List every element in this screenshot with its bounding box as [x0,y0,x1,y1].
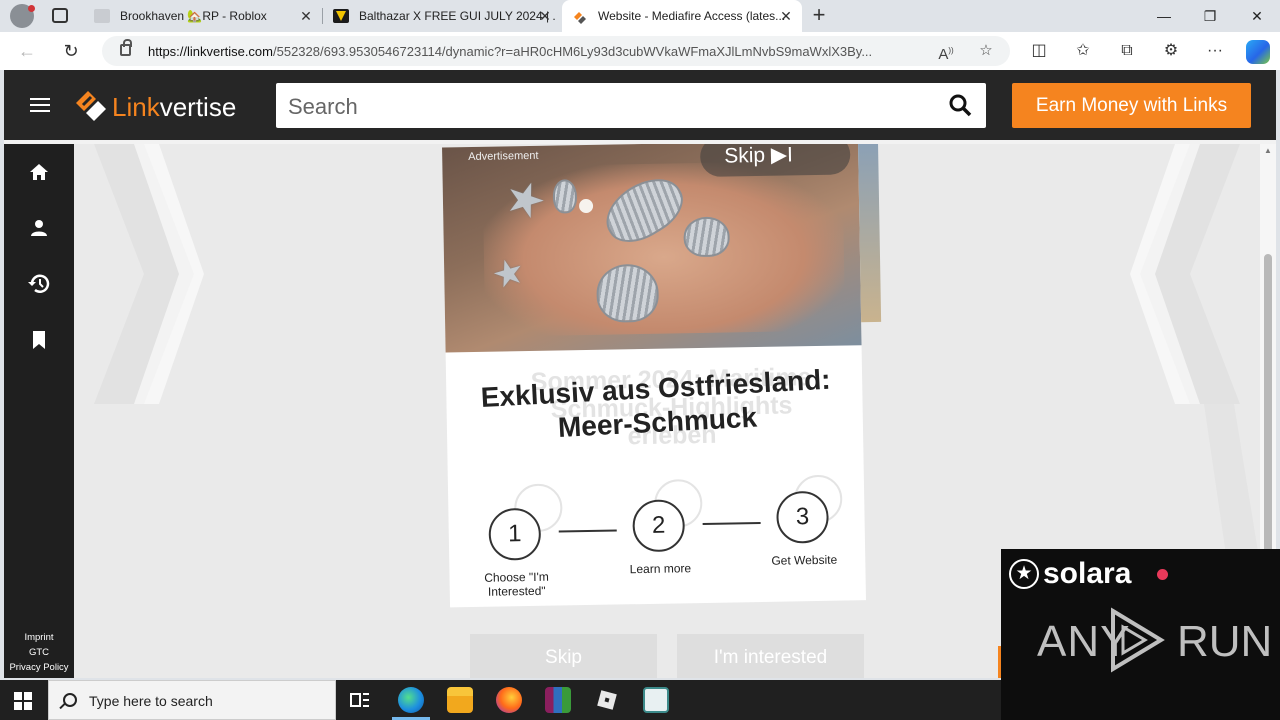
site-header: Linkvertise Search Earn Money with Links [4,70,1276,140]
anyrun-watermark-right: RUN [1177,617,1273,666]
site-search-input[interactable]: Search [276,83,986,128]
logo-text-link: Link [112,92,160,122]
tab-strip: Brookhaven 🏡RP - Roblox ✕ Balthazar X FR… [0,0,1280,32]
lock-icon[interactable] [120,39,132,56]
file-explorer-icon[interactable] [447,687,473,713]
step-1-label: Choose "I'm Interested" [484,569,549,599]
home-icon[interactable] [27,160,51,184]
tab-close-icon[interactable]: ✕ [298,8,314,24]
url-host: https://linkvertise.com [148,44,273,59]
tab-website-mediafire[interactable]: Website - Mediafire Access (lates... ✕ [562,0,802,32]
navigation-bar: ← ↻ https://linkvertise.com/552328/693.9… [0,32,1280,70]
search-placeholder: Search [288,94,358,119]
logo-text-vertise: vertise [159,92,237,122]
start-button[interactable] [14,692,32,710]
sidebar: Imprint GTC Privacy Policy [4,144,74,678]
tab-actions-icon[interactable] [52,8,68,23]
step-3-circle: 3 [776,490,829,544]
firefox-icon[interactable] [496,687,522,713]
ad-card[interactable]: ★ ★ Advertisement Skip ▶I Sommer 2024: M… [442,144,882,608]
search-icon [63,693,77,707]
more-icon[interactable]: ··· [1204,40,1226,62]
url-text[interactable]: https://linkvertise.com/552328/693.95305… [148,44,928,59]
address-bar[interactable]: https://linkvertise.com/552328/693.95305… [102,36,1010,66]
step-2-circle: 2 [632,499,686,553]
app-icon[interactable] [643,687,669,713]
edge-icon[interactable] [398,687,424,713]
taskbar-search-input[interactable]: Type here to search [48,680,336,720]
ad-skip-pill[interactable]: Skip ▶I [699,144,851,177]
tab-title: Balthazar X FREE GUI JULY 2024 | ... [359,9,555,23]
favorite-star-icon[interactable]: ☆ [976,41,996,61]
profile-notification-dot [28,5,35,12]
history-icon[interactable] [27,272,51,296]
roblox-favicon-icon [94,9,110,23]
favorites-icon[interactable]: ✩ [1072,40,1094,62]
solara-star-icon: ★ [1009,559,1039,589]
tab-close-icon[interactable]: ✕ [537,8,553,24]
tab-close-icon[interactable]: ✕ [778,8,794,24]
skip-button[interactable]: Skip [470,634,657,678]
bookmark-icon[interactable] [27,328,51,352]
shell-pendant [552,179,578,214]
search-icon[interactable] [948,93,972,117]
step-1-circle: 1 [488,507,542,561]
shell-pendant [596,263,660,323]
ad-image[interactable]: ★ ★ Advertisement Skip ▶I [442,144,862,353]
earn-money-button[interactable]: Earn Money with Links [1012,83,1251,128]
user-icon[interactable] [27,216,51,240]
maximize-button[interactable]: ❐ [1187,0,1233,32]
ad-image-edge [857,144,882,323]
privacy-policy-link[interactable]: Privacy Policy [4,662,74,673]
tab-title: Brookhaven 🏡RP - Roblox [120,9,267,23]
im-interested-button[interactable]: I'm interested [677,634,864,678]
extensions-icon[interactable]: ⚙ [1160,40,1182,62]
step-2-label: Learn more [629,561,692,577]
back-button[interactable]: ← [16,40,38,62]
solara-anyrun-overlay: ★ solara ANY RUN [1001,549,1280,720]
gtc-link[interactable]: GTC [4,647,74,658]
tab-brookhaven[interactable]: Brookhaven 🏡RP - Roblox ✕ [84,0,322,32]
solara-status-dot [1157,569,1168,580]
imprint-link[interactable]: Imprint [4,632,74,643]
menu-icon[interactable] [30,98,50,112]
collections-icon[interactable]: ⧉ [1116,40,1138,62]
close-window-button[interactable]: ✕ [1234,0,1280,32]
split-screen-icon[interactable]: ◫ [1028,40,1050,62]
step-connector [702,521,761,525]
step-connector [558,529,617,533]
linkvertise-logo-icon[interactable] [74,89,108,121]
tab-title: Website - Mediafire Access (lates... [598,9,786,23]
linkvertise-favicon-icon [572,9,588,24]
url-path: /552328/693.9530546723114/dynamic?r=aHR0… [273,44,873,59]
scroll-up-icon[interactable]: ▲ [1264,146,1272,155]
copilot-icon[interactable] [1246,40,1270,64]
step-3-label: Get Website [771,552,838,568]
read-aloud-icon[interactable]: A)) [936,41,956,63]
minimize-button[interactable]: — [1141,0,1187,32]
task-view-icon[interactable] [347,687,373,713]
roblox-icon[interactable] [594,687,620,713]
advertisement-label: Advertisement [468,149,539,164]
winrar-icon[interactable] [545,687,571,713]
refresh-button[interactable]: ↻ [60,40,82,62]
site-logo[interactable]: Linkvertise [112,92,236,123]
taskbar-search-placeholder: Type here to search [89,693,213,709]
tab-balthazar[interactable]: Balthazar X FREE GUI JULY 2024 | ... ✕ [323,0,561,32]
shell-pendant [683,216,730,258]
balthazar-favicon-icon [333,9,349,23]
solara-brand: solara [1043,557,1132,590]
new-tab-button[interactable]: + [808,4,830,26]
anyrun-play-icon [1111,607,1165,673]
